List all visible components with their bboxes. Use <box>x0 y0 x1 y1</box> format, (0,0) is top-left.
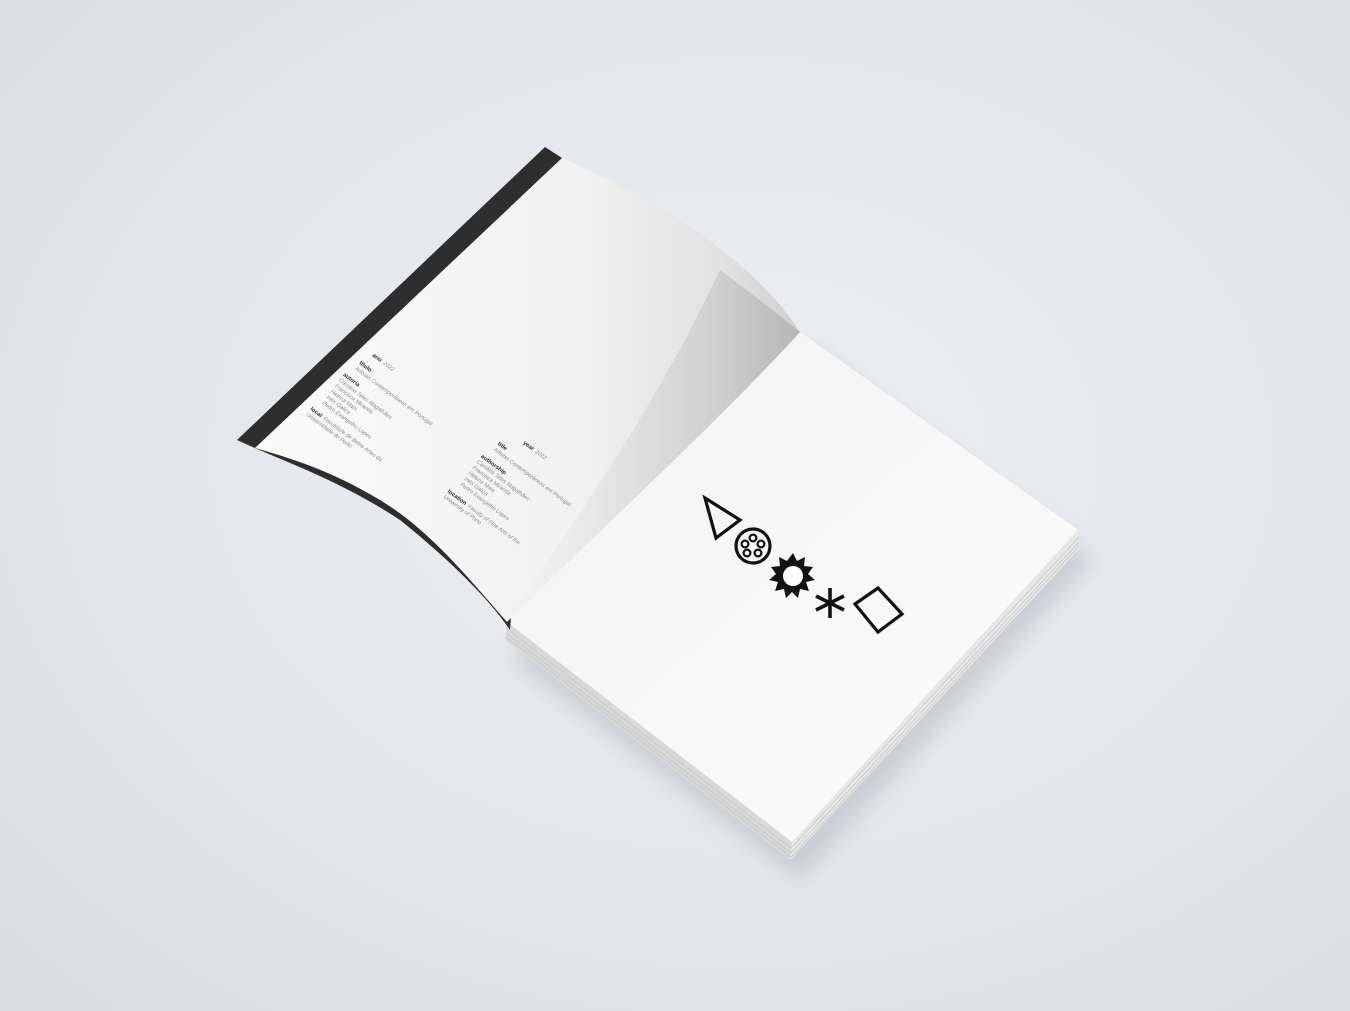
book-mockup-scene: ano2022 título Artistas Contemporâneas e… <box>237 147 1095 880</box>
starburst-center <box>783 566 803 586</box>
